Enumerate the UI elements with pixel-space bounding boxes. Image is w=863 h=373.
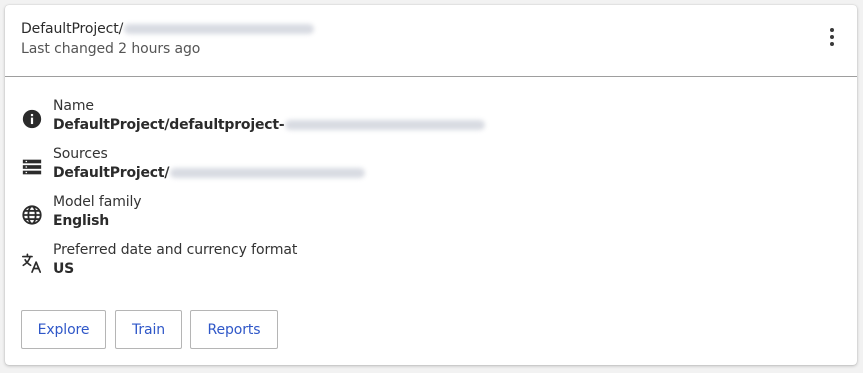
- reports-button[interactable]: Reports: [190, 310, 278, 349]
- globe-icon: [21, 204, 43, 226]
- explore-button[interactable]: Explore: [21, 310, 106, 349]
- detail-row-model-family: Model family English: [21, 194, 821, 234]
- redacted-text: [170, 168, 366, 178]
- more-vertical-icon[interactable]: [823, 25, 841, 49]
- card-header: DefaultProject/ Last changed 2 hours ago: [5, 5, 857, 77]
- detail-value-sources: DefaultProject/: [53, 165, 366, 181]
- detail-label-locale: Preferred date and currency format: [53, 242, 298, 258]
- project-card: DefaultProject/ Last changed 2 hours ago…: [5, 5, 857, 365]
- last-changed-text: Last changed 2 hours ago: [21, 41, 201, 57]
- redacted-text: [285, 120, 486, 130]
- detail-value-name-text: DefaultProject/defaultproject-: [53, 117, 285, 133]
- train-button[interactable]: Train: [115, 310, 182, 349]
- detail-label-sources: Sources: [53, 146, 108, 162]
- project-title: DefaultProject/: [21, 21, 315, 37]
- detail-row-sources: Sources DefaultProject/: [21, 146, 821, 186]
- detail-value-locale: US: [53, 261, 75, 277]
- detail-row-name: Name DefaultProject/defaultproject-: [21, 98, 821, 138]
- detail-label-name: Name: [53, 98, 94, 114]
- info-icon: [21, 108, 43, 130]
- redacted-text: [124, 24, 315, 34]
- translate-icon: [21, 252, 43, 274]
- detail-label-model-family: Model family: [53, 194, 142, 210]
- detail-value-sources-text: DefaultProject/: [53, 165, 170, 181]
- detail-row-locale: Preferred date and currency format US: [21, 242, 821, 282]
- sources-list-icon: [21, 156, 43, 178]
- project-title-text: DefaultProject/: [21, 21, 124, 37]
- detail-value-name: DefaultProject/defaultproject-: [53, 117, 486, 133]
- detail-value-model-family: English: [53, 213, 110, 229]
